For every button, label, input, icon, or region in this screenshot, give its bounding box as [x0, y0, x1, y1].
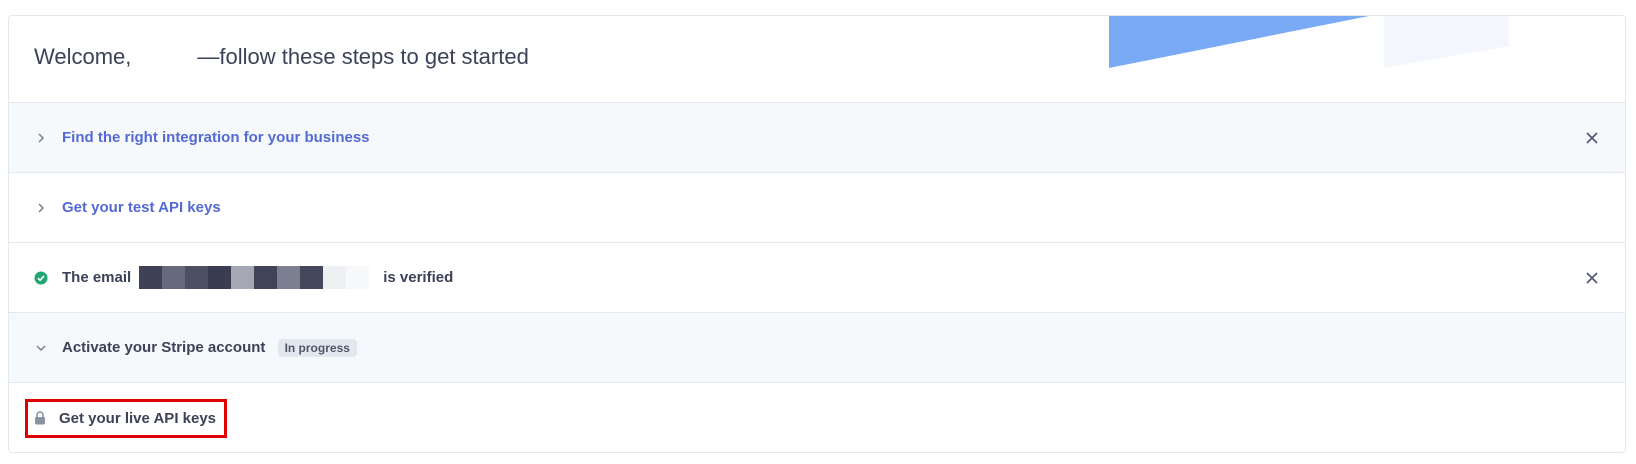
welcome-suffix: —follow these steps to get started [197, 44, 529, 69]
step-label: Get your live API keys [59, 409, 217, 427]
email-verified-text: The email is verified [62, 266, 453, 289]
activate-label: Activate your Stripe account [62, 338, 266, 356]
check-circle-icon [34, 271, 48, 285]
getting-started-card: Welcome, —follow these steps to get star… [8, 15, 1626, 453]
chevron-right-icon [34, 131, 48, 145]
chevron-right-icon [34, 201, 48, 215]
step-find-integration[interactable]: Find the right integration for your busi… [9, 103, 1625, 173]
email-suffix: is verified [383, 269, 454, 286]
lock-icon [33, 411, 47, 425]
step-label[interactable]: Find the right integration for your busi… [62, 129, 370, 146]
redacted-email [139, 266, 370, 289]
welcome-title: Welcome, —follow these steps to get star… [34, 44, 529, 70]
welcome-header: Welcome, —follow these steps to get star… [9, 16, 1625, 103]
welcome-prefix: Welcome, [34, 44, 132, 69]
step-test-api-keys[interactable]: Get your test API keys [9, 173, 1625, 243]
chevron-down-icon [34, 341, 48, 355]
status-badge: In progress [277, 338, 357, 357]
step-label[interactable]: Activate your Stripe account In progress [62, 338, 357, 357]
step-live-api-keys: Get your live API keys [9, 383, 1625, 452]
step-activate-account[interactable]: Activate your Stripe account In progress [9, 313, 1625, 383]
step-label[interactable]: Get your test API keys [62, 199, 221, 216]
close-icon[interactable] [1584, 270, 1600, 286]
live-api-keys-highlight: Get your live API keys [25, 398, 228, 438]
header-decoration [1109, 16, 1509, 68]
step-email-verified: The email is verified [9, 243, 1625, 313]
email-prefix: The email [62, 269, 132, 286]
close-icon[interactable] [1584, 130, 1600, 146]
